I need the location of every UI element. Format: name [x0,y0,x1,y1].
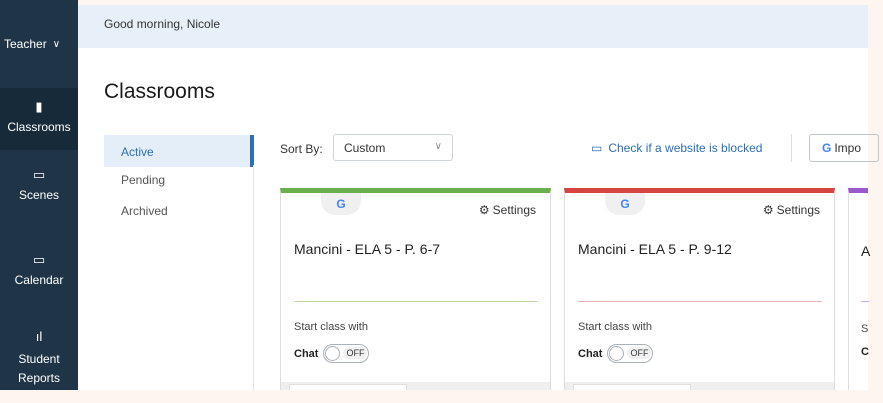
classroom-name: Mancini - ELA 5 - P. 6-7 [294,241,441,257]
greeting-text: Good morning, Nicole [104,17,221,31]
role-selector[interactable]: Teacher ∨ [0,0,78,88]
google-icon: G [822,141,832,155]
card-settings-button[interactable]: ⚙ Settings [763,203,820,217]
card-divider [294,301,538,302]
sidebar-item-student-reports[interactable]: ıl Student Reports [0,330,78,390]
chevron-down-icon: ∨ [434,141,442,152]
sidebar-item-label: Classrooms [7,120,71,134]
chat-toggle[interactable]: OFF [607,344,654,363]
sidebar-item-label: Scenes [18,188,60,202]
chat-label: C [861,346,869,358]
toggle-state: OFF [343,347,368,359]
chat-label: Chat [578,347,603,360]
subnav-item-pending[interactable]: Pending [104,167,254,198]
divider [253,165,254,390]
sidebar-item-label: Calendar [14,273,64,287]
toggle-state: OFF [627,347,652,359]
card-divider [578,301,822,302]
sidebar-item-classrooms[interactable]: ▮ Classrooms [0,88,78,150]
gear-icon: ⚙ [762,203,774,217]
sidebar-item-label: Student Reports [17,352,61,385]
page-title: Classrooms [104,80,215,103]
chevron-down-icon: ∨ [52,38,61,50]
sidebar: Teacher ∨ ▮ Classrooms ▭ Scenes ▭ Calend… [0,0,78,390]
settings-label: Settings [776,203,820,217]
browser-window-icon: ▭ [591,141,603,155]
classroom-card[interactable]: G ⚙ Settings Mancini - ELA 5 - P. 6-7 St… [280,188,551,395]
google-classroom-icon: G [605,193,645,215]
classroom-name: Mancini - ELA 5 - P. 9-12 [578,241,732,257]
main-content: Classrooms Active Pending Archived Sort … [78,48,879,395]
gear-icon: ⚙ [478,203,490,217]
chat-option: Chat OFF [578,344,654,363]
import-label: Impo [834,141,862,155]
check-website-blocked-link[interactable]: ▭ Check if a website is blocked [591,141,762,155]
bar-chart-icon: ıl [35,329,43,344]
card-settings-button[interactable]: ⚙ Settings [479,203,536,217]
google-import-button[interactable]: G Impo [809,134,879,162]
subnav-item-archived[interactable]: Archived [104,198,254,229]
card-divider [861,301,869,302]
start-class-label: Start class with [294,321,368,333]
sort-label: Sort By: [280,142,323,156]
greeting-bar: Good morning, Nicole [78,5,868,48]
google-classroom-icon: G [321,193,361,215]
sidebar-item-calendar[interactable]: ▭ Calendar [0,253,78,293]
sidebar-item-scenes[interactable]: ▭ Scenes [0,168,78,218]
book-icon: ▮ [35,99,43,114]
role-label: Teacher [4,37,47,51]
sort-value: Custom [344,141,386,155]
classroom-card[interactable]: G ⚙ Settings Mancini - ELA 5 - P. 9-12 S… [564,188,835,395]
bottom-strip [0,390,883,403]
sort-select[interactable]: Custom ∨ [333,134,453,161]
start-class-label: S [861,323,869,335]
divider [791,134,792,162]
calendar-icon: ▭ [32,252,46,267]
chat-option: Chat OFF [294,344,370,363]
check-link-label: Check if a website is blocked [608,141,763,155]
classroom-card-partial[interactable]: A S C [848,188,871,390]
subnav-item-active[interactable]: Active [104,135,254,167]
toggle-knob [325,346,341,361]
classroom-status-nav: Active Pending Archived [104,135,254,229]
toggle-knob [609,346,625,361]
settings-label: Settings [492,203,536,217]
classroom-name: A [861,243,871,259]
chat-label: Chat [294,347,319,360]
chat-toggle[interactable]: OFF [323,344,370,363]
start-class-label: Start class with [578,321,652,333]
scenes-icon: ▭ [32,167,46,182]
